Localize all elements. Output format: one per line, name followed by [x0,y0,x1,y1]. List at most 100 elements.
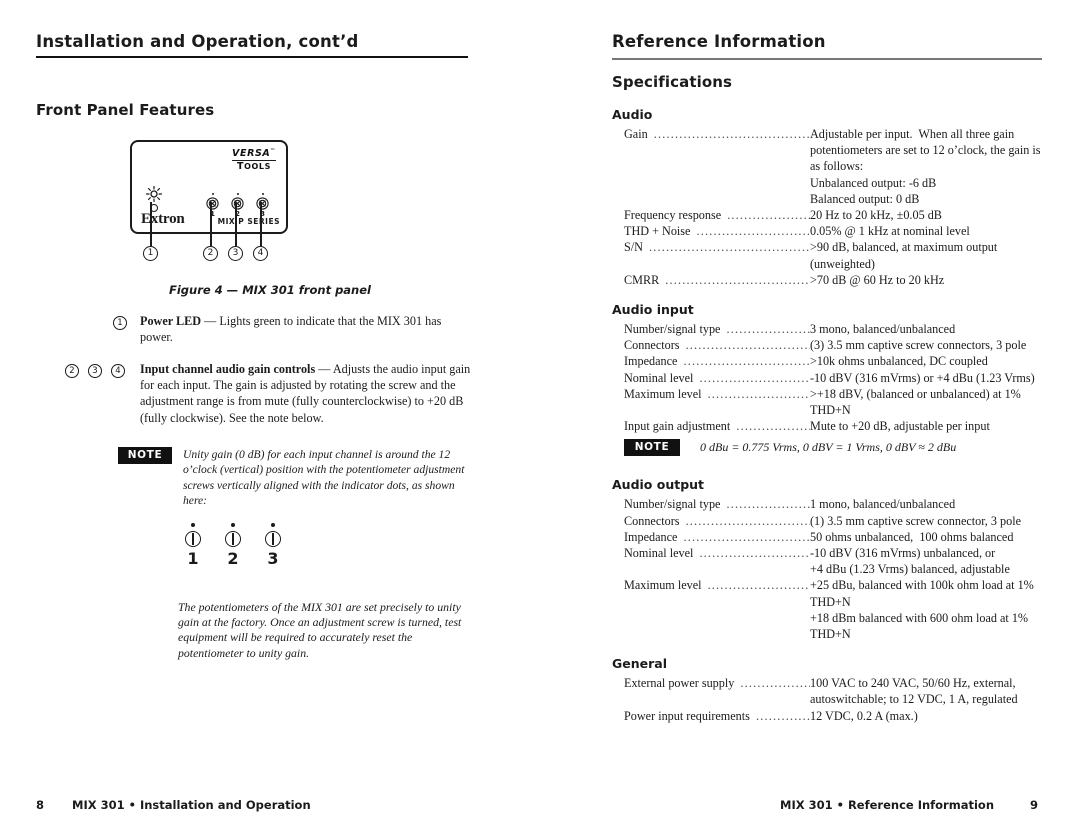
callout-bubble-2: 2 [203,246,218,261]
item-marker-1: 1 [113,316,127,330]
spec-value: +25 dBu, balanced with 100k ohm load at … [810,578,1034,641]
specifications-heading: Specifications [612,73,733,91]
spec-label: Power input requirements ...............… [624,708,810,723]
spec-value: >70 dB @ 60 Hz to 20 kHz [810,272,945,287]
spec-label: S/N ....................................… [624,240,810,255]
closing-paragraph: The potentiometers of the MIX 301 are se… [178,600,462,660]
item-dash-2: — [318,362,331,376]
tools-wordmark: TOOLS [237,160,271,172]
item-marker-4: 4 [111,364,125,378]
pot-demo-label-1: 1 [187,549,199,568]
pot-demo-3: 3 [258,523,288,571]
item-text-2: Input channel audio gain controls — Adju… [140,361,475,426]
indicator-dot [231,523,235,527]
spec-value: >90 dB, balanced, at maximum output (unw… [810,240,1001,271]
right-running-head: Reference Information [612,32,826,51]
left-footer-text: MIX 301 • Installation and Operation [72,798,311,812]
spec-value: Adjustable per input. When all three gai… [810,127,1041,206]
spec-value: 0.05% @ 1 kHz at nominal level [810,224,970,239]
leader-line-1 [150,202,152,246]
versa-wordmark: VERSA™ [232,148,276,161]
spec-value: 1 mono, balanced/unbalanced [810,497,956,512]
gain-pot-2: 2 [231,193,244,218]
spec-group-heading: Audio [612,107,653,122]
spec-value: 50 ohms unbalanced, 100 ohms balanced [810,529,1014,544]
pot-outline [225,531,241,547]
left-page: Installation and Operation, cont’d Front… [0,0,540,834]
spec-label: THD + Noise ............................… [624,224,810,239]
trademark-symbol: ™ [270,148,276,154]
spec-label: Impedance ..............................… [624,529,810,544]
spec-label: Connectors .............................… [624,338,810,353]
gain-pot-1: 1 [206,193,219,218]
mix-p-series-text: MIX P SERIES [217,217,280,226]
spec-label: Maximum level ..........................… [624,578,810,593]
spec-label: Input gain adjustment ..................… [624,419,810,434]
spec-label: Number/signal type .....................… [624,497,810,512]
spec-value: 12 VDC, 0.2 A (max.) [810,708,918,723]
figure-caption: Figure 4 — MIX 301 front panel [169,283,371,297]
pot-demo-1: 1 [178,523,208,571]
spec-group-heading: General [612,656,667,672]
pot-demo-label-3: 3 [267,549,279,568]
left-running-head: Installation and Operation, cont’d [36,32,359,51]
item-marker-2: 2 [65,364,79,378]
spec-value: (1) 3.5 mm captive screw connector, 3 po… [810,513,1022,528]
left-header-rule [36,56,468,58]
indicator-dot [271,523,275,527]
note-text-right: 0 dBu = 0.775 Vrms, 0 dBV = 1 Vrms, 0 dB… [700,440,957,455]
pot-outline [265,531,281,547]
indicator-dot [191,523,195,527]
front-panel-features-heading: Front Panel Features [36,101,215,119]
spec-label: Frequency response .....................… [624,208,810,222]
extron-logo: Extron [141,211,185,227]
callout-bubble-3: 3 [228,246,243,261]
spec-label: Nominal level ..........................… [624,546,810,560]
front-panel-illustration: VERSA™ TOOLS Extron MIX P SERIES 1 2 3 1… [130,140,290,261]
note-badge-right: NOTE [624,439,680,457]
right-footer-page-number: 9 [1030,798,1039,812]
spec-label: CMRR ...................................… [624,272,810,287]
versa-tools-logo: VERSA™ TOOLS [232,149,276,171]
spec-label: Impedance ..............................… [624,354,810,369]
spec-value: Mute to +20 dB, adjustable per input [810,419,990,434]
left-footer-page-number: 8 [36,798,45,812]
item-dash-1: — [204,314,217,328]
spec-value: >10k ohms unbalanced, DC coupled [810,354,988,369]
indicator-dot [236,193,239,195]
spec-label: Maximum level ..........................… [624,386,810,401]
indicator-dot [261,193,264,195]
device-faceplate: VERSA™ TOOLS Extron MIX P SERIES 1 2 3 [130,140,288,234]
spec-group-heading: Audio output [612,477,705,493]
note-badge-left: NOTE [118,447,172,464]
item-title-2: Input channel audio gain controls [140,362,316,376]
spec-value: (3) 3.5 mm captive screw connectors, 3 p… [810,338,1027,353]
leader-line-3 [235,202,237,246]
item-text-1: Power LED — Lights green to indicate tha… [140,313,470,345]
spec-value: -10 dBV (316 mVrms) or +4 dBu (1.23 Vrms… [810,370,1035,385]
pot-demo-2: 2 [218,523,248,571]
spec-label: External power supply ..................… [624,676,810,691]
right-footer-text: MIX 301 • Reference Information [780,798,995,812]
spec-label: Number/signal type .....................… [624,322,810,336]
gain-pot-3: 3 [256,193,269,218]
spec-value: >+18 dBV, (balanced or unbalanced) at 1%… [810,386,1024,417]
indicator-dot [211,193,214,195]
callout-bubble-1: 1 [143,246,158,261]
pot-demo-label-2: 2 [227,549,239,568]
spec-group-heading: Audio input [612,302,694,317]
spec-value: 20 Hz to 20 kHz, ±0.05 dB [810,208,942,222]
item-marker-3: 3 [88,364,102,378]
item-title-1: Power LED [140,314,202,328]
leader-line-4 [260,202,262,246]
note-text-left: Unity gain (0 dB) for each input channel… [183,448,465,508]
leader-line-2 [210,202,212,246]
spec-value: -10 dBV (316 mVrms) unbalanced, or +4 dB… [810,546,1010,577]
right-header-rule [612,58,1042,60]
callout-bubble-4: 4 [253,246,268,261]
spec-label: Connectors .............................… [624,513,810,528]
spec-value: 3 mono, balanced/unbalanced [810,322,956,336]
power-led-sun-icon [145,185,163,203]
spec-value: 100 VAC to 240 VAC, 50/60 Hz, external, … [810,676,1019,707]
pot-outline [185,531,201,547]
